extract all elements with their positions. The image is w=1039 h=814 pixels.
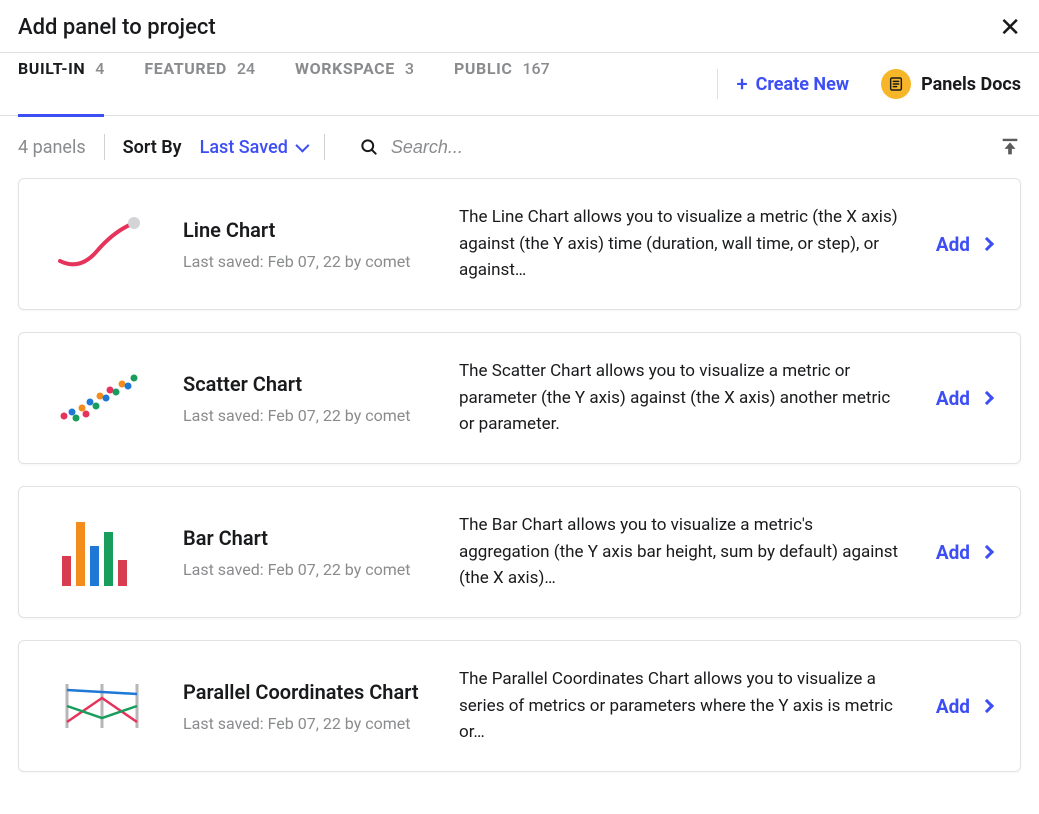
panels-docs-link[interactable]: Panels Docs xyxy=(881,69,1021,99)
bar-chart-icon xyxy=(47,511,157,593)
panel-description: The Line Chart allows you to visualize a… xyxy=(459,204,910,283)
panel-card-parallel-coordinates[interactable]: Parallel Coordinates Chart Last saved: F… xyxy=(18,640,1021,772)
tab-workspace[interactable]: WORKSPACE 3 xyxy=(295,53,414,116)
divider xyxy=(104,134,105,160)
tab-label: FEATURED xyxy=(144,59,226,78)
chevron-down-icon xyxy=(295,139,309,153)
sort-value-text: Last Saved xyxy=(200,137,288,158)
chevron-right-icon xyxy=(980,545,994,559)
tab-built-in[interactable]: BUILT-IN 4 xyxy=(18,53,104,116)
panel-name: Scatter Chart xyxy=(183,372,433,396)
panel-card-line-chart[interactable]: Line Chart Last saved: Feb 07, 22 by com… xyxy=(18,178,1021,310)
tab-count: 24 xyxy=(237,59,255,78)
add-button[interactable]: Add xyxy=(936,233,992,256)
panel-description: The Bar Chart allows you to visualize a … xyxy=(459,512,910,591)
tab-public[interactable]: PUBLIC 167 xyxy=(454,53,550,116)
docs-icon xyxy=(881,69,911,99)
panel-name: Line Chart xyxy=(183,218,433,242)
search-icon xyxy=(359,137,379,157)
chevron-right-icon xyxy=(980,237,994,251)
tab-label: BUILT-IN xyxy=(18,59,85,78)
tab-count: 3 xyxy=(405,59,414,78)
tab-count: 4 xyxy=(95,59,104,78)
add-button[interactable]: Add xyxy=(936,387,992,410)
tab-featured[interactable]: FEATURED 24 xyxy=(144,53,255,116)
panel-saved-text: Last saved: Feb 07, 22 by comet xyxy=(183,714,433,733)
panel-saved-text: Last saved: Feb 07, 22 by comet xyxy=(183,406,433,425)
tabs-row: BUILT-IN 4 FEATURED 24 WORKSPACE 3 PUBLI… xyxy=(0,53,1039,116)
tab-count: 167 xyxy=(522,59,549,78)
filter-row: 4 panels Sort By Last Saved xyxy=(0,116,1039,178)
scatter-chart-icon xyxy=(47,357,157,439)
add-label: Add xyxy=(936,541,970,564)
upload-icon[interactable] xyxy=(999,135,1021,159)
add-button[interactable]: Add xyxy=(936,695,992,718)
tab-label: PUBLIC xyxy=(454,59,512,78)
panel-saved-text: Last saved: Feb 07, 22 by comet xyxy=(183,560,433,579)
parallel-coordinates-icon xyxy=(47,665,157,747)
add-label: Add xyxy=(936,695,970,718)
add-button[interactable]: Add xyxy=(936,541,992,564)
panel-name: Bar Chart xyxy=(183,526,433,550)
tab-label: WORKSPACE xyxy=(295,59,395,78)
divider xyxy=(324,134,325,160)
panel-name: Parallel Coordinates Chart xyxy=(183,680,433,704)
panel-description: The Parallel Coordinates Chart allows yo… xyxy=(459,666,910,745)
sort-by-label: Sort By xyxy=(123,137,182,158)
create-new-label: Create New xyxy=(756,74,849,95)
create-new-button[interactable]: + Create New xyxy=(736,72,849,96)
docs-label: Panels Docs xyxy=(921,74,1021,95)
modal-title: Add panel to project xyxy=(18,15,216,40)
close-icon: ✕ xyxy=(999,12,1021,42)
divider xyxy=(717,69,718,99)
plus-icon: + xyxy=(736,72,747,96)
line-chart-icon xyxy=(47,203,157,285)
panel-card-scatter-chart[interactable]: Scatter Chart Last saved: Feb 07, 22 by … xyxy=(18,332,1021,464)
add-label: Add xyxy=(936,233,970,256)
search-input[interactable] xyxy=(391,137,981,158)
panel-saved-text: Last saved: Feb 07, 22 by comet xyxy=(183,252,433,271)
panel-count-text: 4 panels xyxy=(18,137,86,158)
panel-description: The Scatter Chart allows you to visualiz… xyxy=(459,358,910,437)
chevron-right-icon xyxy=(980,699,994,713)
close-button[interactable]: ✕ xyxy=(999,14,1021,40)
add-label: Add xyxy=(936,387,970,410)
panel-list: Line Chart Last saved: Feb 07, 22 by com… xyxy=(0,178,1039,814)
panel-card-bar-chart[interactable]: Bar Chart Last saved: Feb 07, 22 by come… xyxy=(18,486,1021,618)
sort-dropdown[interactable]: Last Saved xyxy=(200,137,306,158)
chevron-right-icon xyxy=(980,391,994,405)
